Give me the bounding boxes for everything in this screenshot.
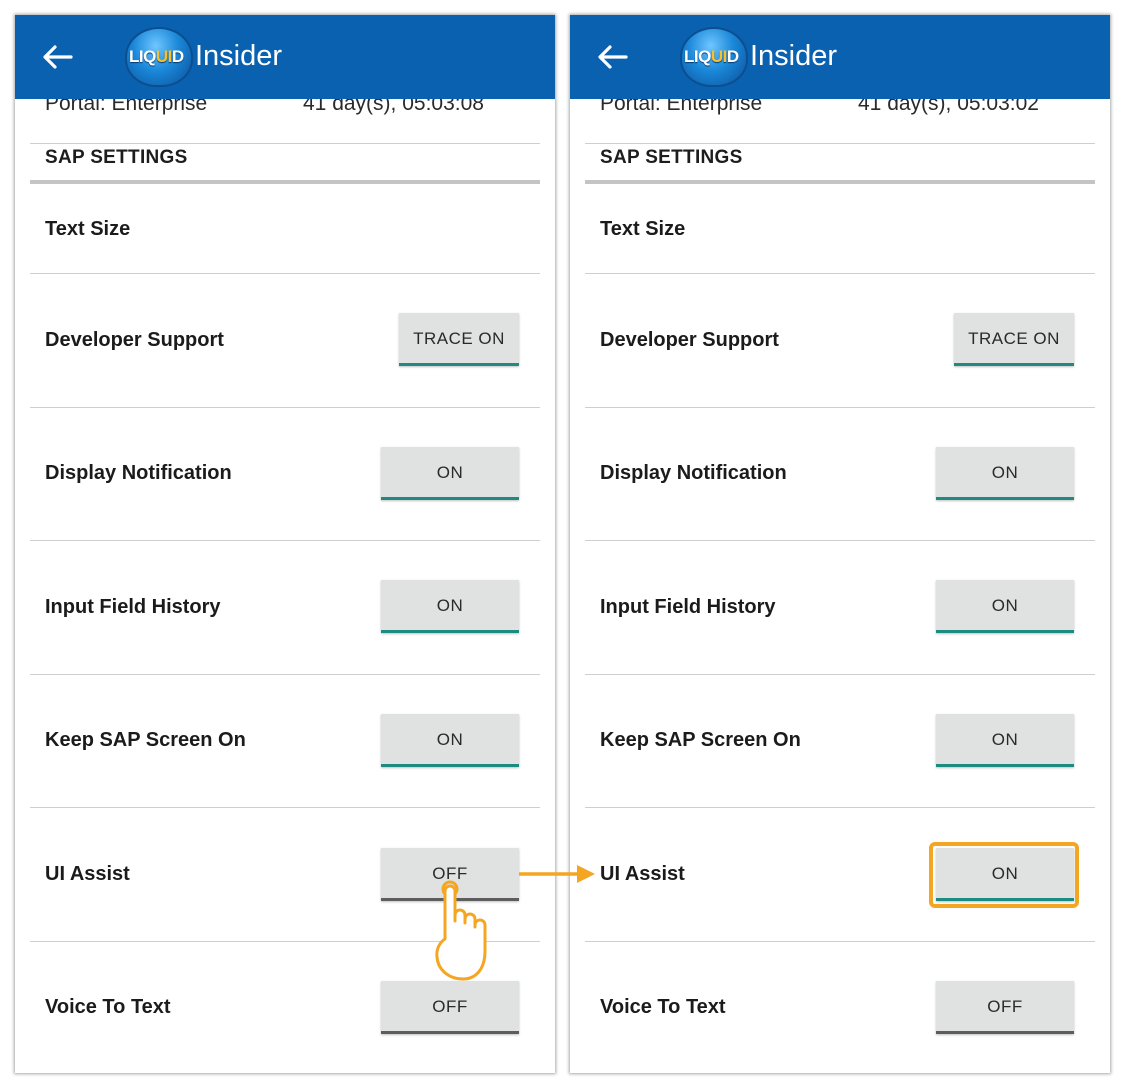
divider (585, 674, 1095, 675)
keep-sap-screen-on-label: Keep SAP Screen On (45, 729, 246, 751)
display-notification-label: Display Notification (45, 462, 232, 484)
ui-assist-highlight (929, 842, 1079, 908)
arrow-right-icon (519, 865, 595, 883)
logo-insider-text: Insider (195, 40, 283, 72)
keep-sap-screen-on-label: Keep SAP Screen On (600, 729, 801, 751)
phone-screen-before: Portal: Enterprise 41 day(s), 05:03:08 L… (15, 15, 555, 1073)
ui-assist-label: UI Assist (45, 863, 130, 885)
divider (30, 674, 540, 675)
voice-to-text-label: Voice To Text (600, 996, 726, 1018)
divider (30, 143, 540, 144)
input-field-history-toggle[interactable]: ON (936, 580, 1074, 633)
keep-sap-screen-on-toggle[interactable]: ON (936, 714, 1074, 767)
app-bar: LIQUID Insider (15, 15, 555, 99)
liquid-insider-logo: LIQUID Insider (125, 27, 305, 87)
divider (30, 540, 540, 541)
divider (30, 273, 540, 274)
app-bar: LIQUID Insider (570, 15, 1110, 99)
section-title: SAP SETTINGS (45, 147, 188, 168)
text-size-label[interactable]: Text Size (45, 218, 130, 241)
voice-to-text-toggle[interactable]: OFF (381, 981, 519, 1034)
display-notification-label: Display Notification (600, 462, 787, 484)
divider (585, 540, 1095, 541)
divider (585, 941, 1095, 942)
section-divider (30, 180, 540, 184)
ui-assist-label: UI Assist (600, 863, 685, 885)
voice-to-text-toggle[interactable]: OFF (936, 981, 1074, 1034)
logo-insider-text: Insider (750, 40, 838, 72)
section-title: SAP SETTINGS (600, 147, 743, 168)
input-field-history-toggle[interactable]: ON (381, 580, 519, 633)
display-notification-toggle[interactable]: ON (381, 447, 519, 500)
voice-to-text-label: Voice To Text (45, 996, 171, 1018)
developer-support-toggle[interactable]: TRACE ON (954, 313, 1074, 366)
input-field-history-label: Input Field History (45, 596, 221, 618)
divider (30, 407, 540, 408)
display-notification-toggle[interactable]: ON (936, 447, 1074, 500)
divider (585, 273, 1095, 274)
liquid-insider-logo: LIQUID Insider (680, 27, 860, 87)
text-size-label[interactable]: Text Size (600, 218, 685, 241)
developer-support-label: Developer Support (45, 329, 224, 351)
divider (30, 807, 540, 808)
section-divider (585, 180, 1095, 184)
divider (585, 407, 1095, 408)
phone-screen-after: Portal: Enterprise 41 day(s), 05:03:02 L… (570, 15, 1110, 1073)
tap-hand-icon (435, 880, 487, 981)
developer-support-toggle[interactable]: TRACE ON (399, 313, 519, 366)
input-field-history-label: Input Field History (600, 596, 776, 618)
keep-sap-screen-on-toggle[interactable]: ON (381, 714, 519, 767)
divider (585, 807, 1095, 808)
divider (585, 143, 1095, 144)
back-arrow-icon[interactable] (41, 43, 73, 71)
developer-support-label: Developer Support (600, 329, 779, 351)
back-arrow-icon[interactable] (596, 43, 628, 71)
